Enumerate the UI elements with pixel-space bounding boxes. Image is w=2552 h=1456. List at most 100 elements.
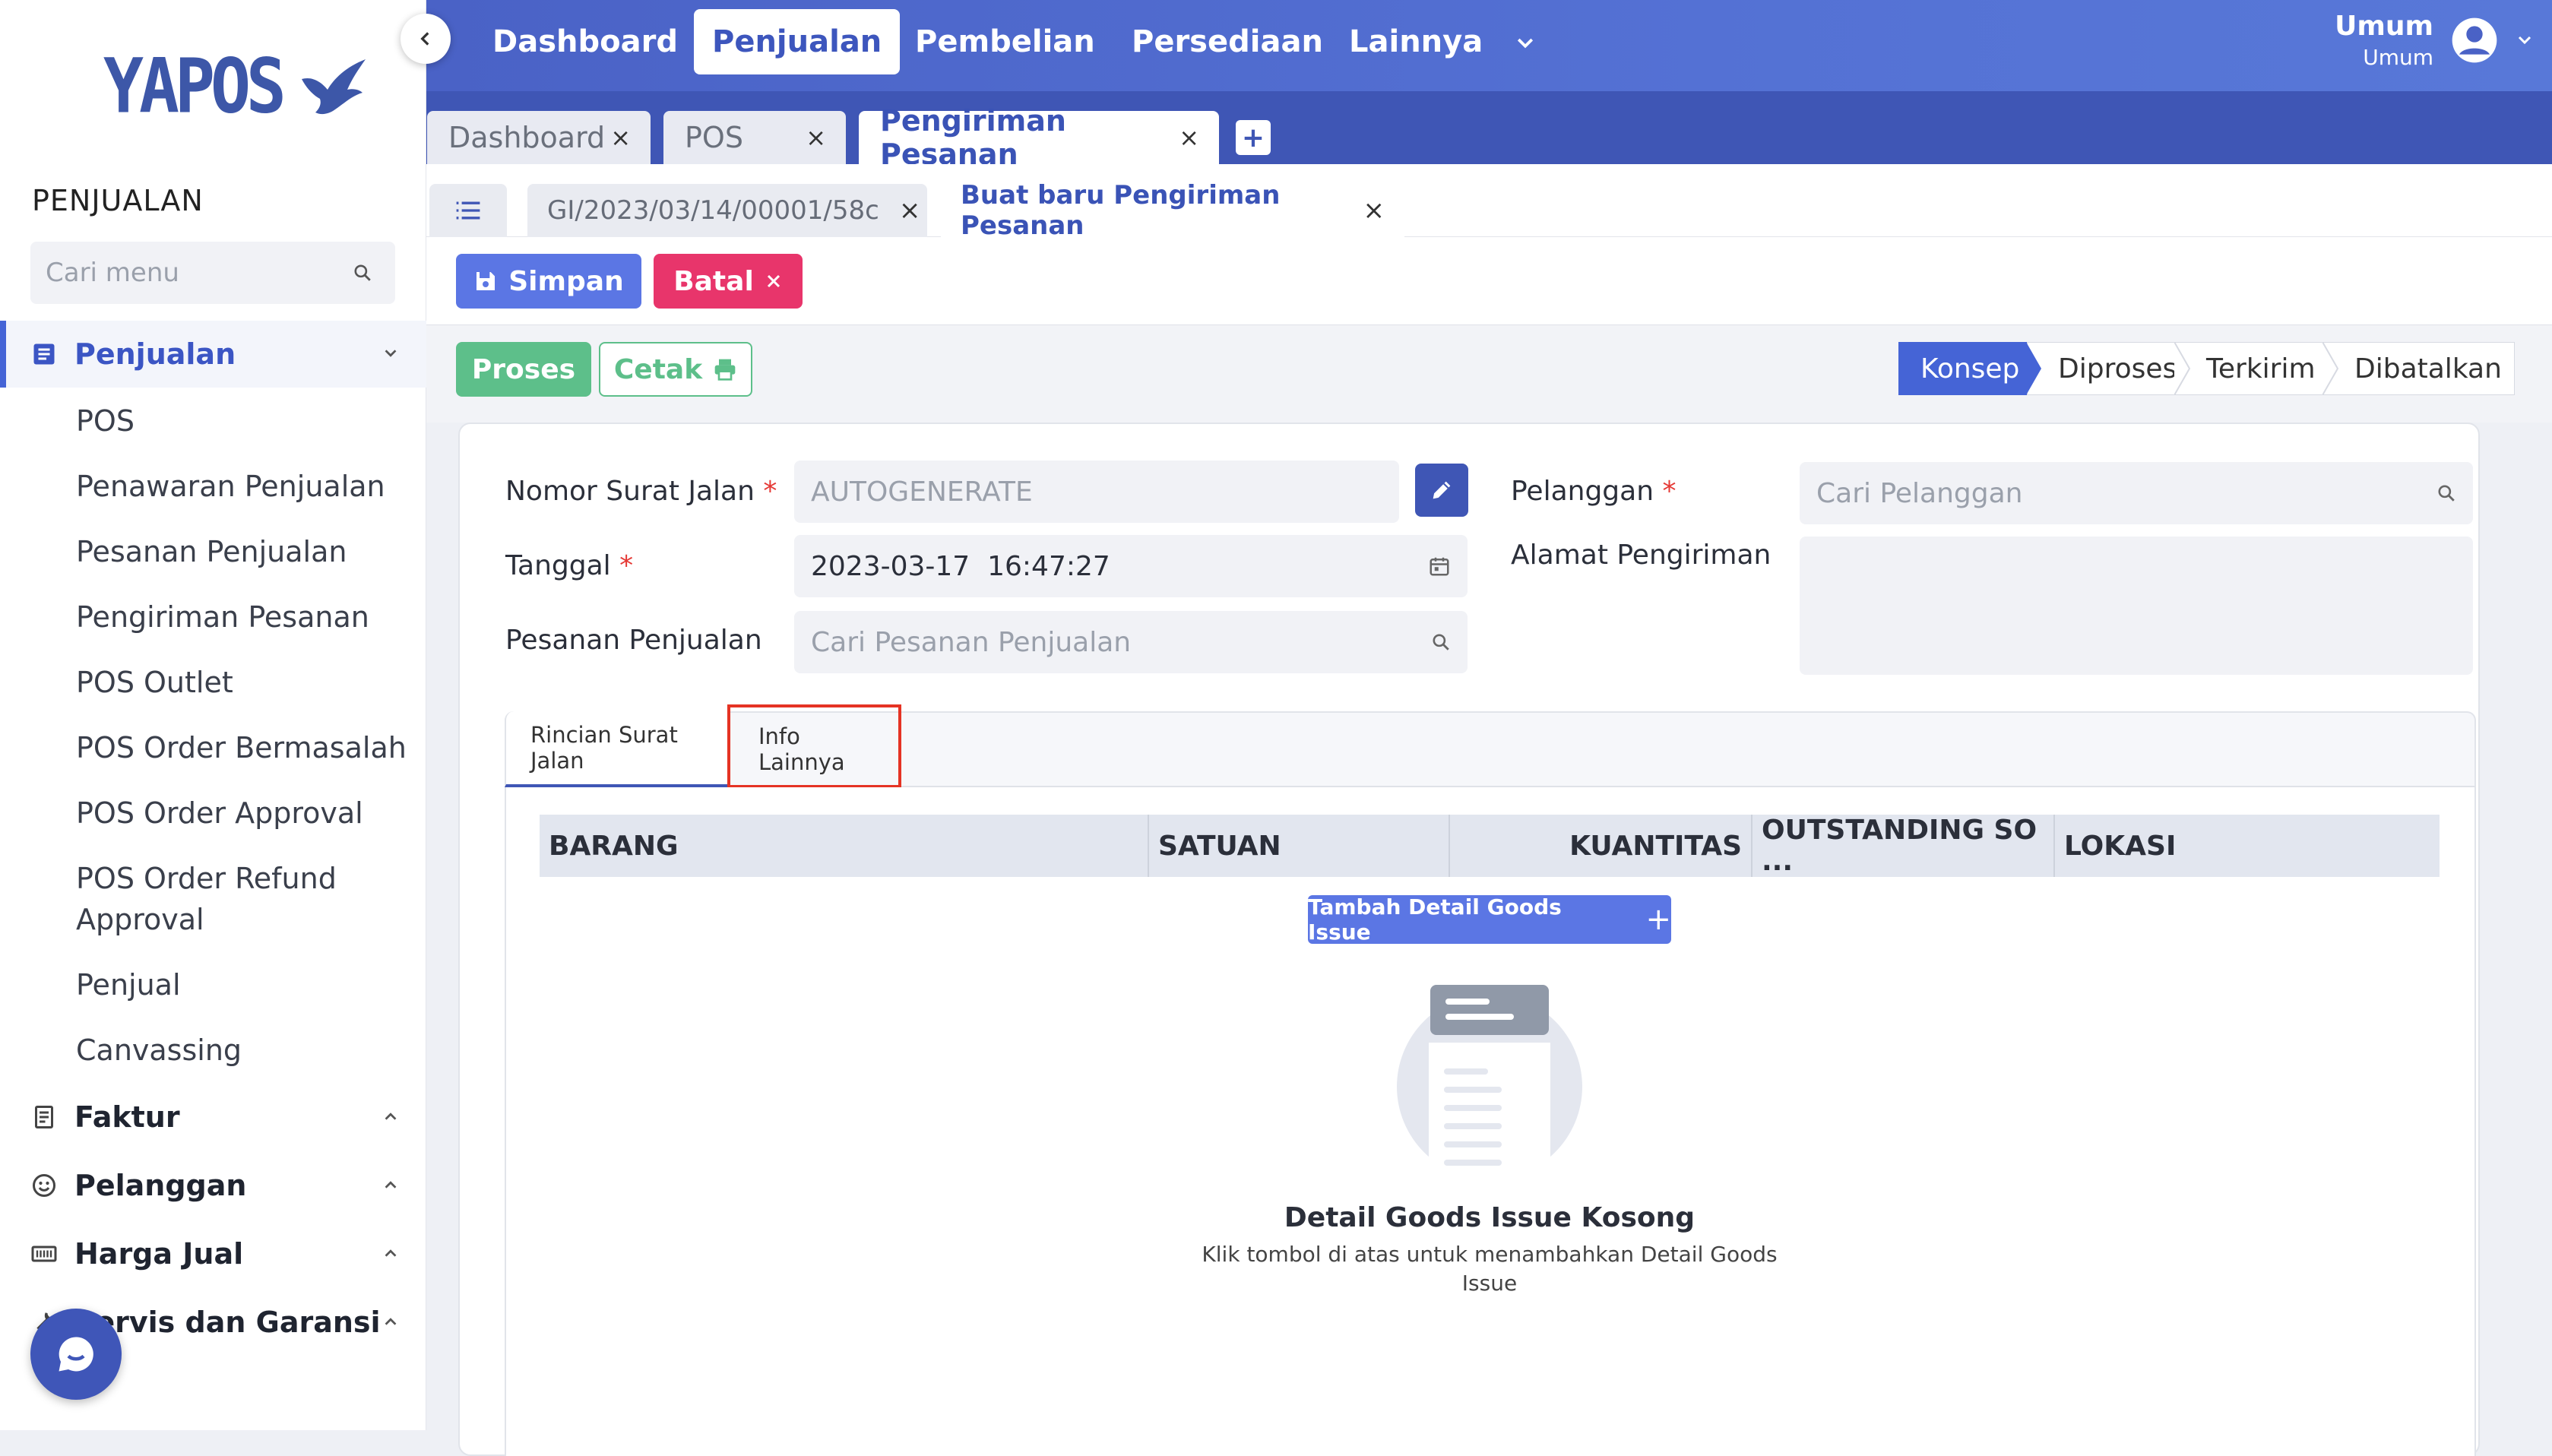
sidebar-group-harga-jual[interactable]: Harga Jual <box>0 1220 426 1287</box>
add-detail-button[interactable]: Tambah Detail Goods Issue + <box>1308 894 1671 945</box>
sidebar-item-pos-outlet[interactable]: POS Outlet <box>76 662 233 703</box>
sidebar-section-title: PENJUALAN <box>32 184 204 217</box>
search-icon[interactable] <box>353 263 372 283</box>
pelanggan-field[interactable]: Cari Pelanggan <box>1800 462 2473 524</box>
pesanan-penjualan-field[interactable]: Cari Pesanan Penjualan <box>794 611 1468 673</box>
doc-tab-gi-2023-03-14[interactable]: GI/2023/03/14/00001/58c × <box>527 184 927 237</box>
column-kuantitas[interactable]: KUANTITAS <box>1450 815 1753 877</box>
close-icon <box>767 274 780 288</box>
plus-icon: + <box>1241 122 1265 154</box>
status-step-terkirim[interactable]: Terkirim <box>2175 342 2324 395</box>
column-satuan[interactable]: SATUAN <box>1149 815 1450 877</box>
print-button-label: Cetak <box>613 353 703 385</box>
app-logo[interactable]: YAPOS <box>103 43 369 130</box>
status-step-dibatalkan[interactable]: Dibatalkan <box>2323 342 2515 395</box>
process-button[interactable]: Proses <box>456 342 591 397</box>
chevron-up-icon <box>385 1181 397 1189</box>
sidebar-group-pelanggan[interactable]: Pelanggan <box>0 1152 426 1219</box>
window-tab-pengiriman-pesanan[interactable]: Pengiriman Pesanan × <box>859 104 1219 171</box>
sidebar-group-label: Harga Jual <box>74 1237 244 1271</box>
step-arrow <box>2174 342 2191 395</box>
cancel-button-label: Batal <box>673 265 754 297</box>
add-tab-button[interactable]: + <box>1236 120 1271 155</box>
sidebar: YAPOS PENJUALAN Penjualan POS Penawaran … <box>0 0 426 1430</box>
nomor-surat-jalan-field[interactable]: AUTOGENERATE <box>794 461 1399 523</box>
chevron-up-icon <box>385 1318 397 1325</box>
required-mark: * <box>619 550 634 581</box>
close-icon[interactable]: × <box>899 195 921 226</box>
alamat-pengiriman-textarea[interactable] <box>1800 537 2473 675</box>
sidebar-item-pos[interactable]: POS <box>76 400 135 442</box>
chevron-up-icon <box>385 1113 397 1120</box>
sidebar-item-canvassing[interactable]: Canvassing <box>76 1030 242 1071</box>
sidebar-item-pos-order-refund-approval[interactable]: POS Order Refund Approval <box>76 858 380 940</box>
print-button[interactable]: Cetak <box>599 342 752 397</box>
sidebar-item-pos-order-bermasalah[interactable]: POS Order Bermasalah <box>76 727 407 768</box>
status-step-konsep[interactable]: Konsep <box>1898 342 2028 395</box>
window-tab-dashboard[interactable]: Dashboard × <box>427 111 651 164</box>
chevron-up-icon <box>385 1249 397 1257</box>
sidebar-search[interactable] <box>30 242 395 304</box>
floppy-disk-icon <box>477 272 496 290</box>
sidebar-group-label: Penjualan <box>74 337 236 371</box>
sidebar-group-penjualan[interactable]: Penjualan <box>0 321 426 388</box>
window-tab-pos[interactable]: POS × <box>663 111 846 164</box>
empty-state-title: Detail Goods Issue Kosong <box>1284 1202 1696 1233</box>
tab-rincian-surat-jalan[interactable]: Rincian Surat Jalan <box>505 711 728 787</box>
alamat-pengiriman-label: Alamat Pengiriman <box>1511 540 1772 571</box>
chat-bubble-icon <box>59 1337 93 1372</box>
detail-table-header: BARANG SATUAN KUANTITAS OUTSTANDING SO .… <box>540 815 2440 877</box>
active-indicator <box>0 321 6 388</box>
edit-number-button[interactable] <box>1415 464 1468 517</box>
close-icon[interactable]: × <box>806 123 826 152</box>
printer-icon <box>714 359 736 381</box>
column-barang[interactable]: BARANG <box>540 815 1149 877</box>
plus-icon: + <box>1645 902 1671 937</box>
nav-penjualan[interactable]: Penjualan <box>694 9 901 74</box>
list-view-button[interactable] <box>429 184 507 237</box>
sidebar-group-faktur[interactable]: Faktur <box>0 1084 426 1151</box>
save-button[interactable]: Simpan <box>456 254 641 309</box>
nav-persediaan[interactable]: Persediaan <box>1113 9 1341 74</box>
bird-logo-icon <box>301 59 366 114</box>
status-step-diproses[interactable]: Diproses <box>2027 342 2177 395</box>
cancel-button[interactable]: Batal <box>654 254 803 309</box>
nav-pembelian[interactable]: Pembelian <box>897 9 1113 74</box>
sidebar-item-pengiriman-pesanan[interactable]: Pengiriman Pesanan <box>76 597 369 638</box>
pelanggan-placeholder: Cari Pelanggan <box>1816 477 2023 509</box>
close-icon[interactable]: × <box>610 123 631 152</box>
sidebar-search-input[interactable] <box>46 258 334 288</box>
sidebar-item-pesanan-penjualan[interactable]: Pesanan Penjualan <box>76 531 347 572</box>
sidebar-group-label: Faktur <box>74 1100 180 1134</box>
document-list-icon <box>33 343 55 365</box>
chevron-down-icon <box>385 350 397 357</box>
step-arrow <box>2026 342 2041 395</box>
sidebar-item-penjual[interactable]: Penjual <box>76 964 181 1005</box>
doc-tab-buat-baru[interactable]: Buat baru Pengiriman Pesanan × <box>941 180 1404 241</box>
user-role: Umum <box>2363 45 2433 70</box>
column-outstanding-so[interactable]: OUTSTANDING SO ... <box>1753 815 2055 877</box>
user-menu[interactable]: Umum Umum <box>2335 11 2534 70</box>
search-icon[interactable] <box>2436 483 2456 503</box>
search-icon[interactable] <box>1431 632 1451 652</box>
nav-lainnya[interactable]: Lainnya <box>1331 9 1501 74</box>
nav-dashboard[interactable]: Dashboard <box>474 9 696 74</box>
list-icon <box>456 201 480 220</box>
chevron-down-icon <box>2518 36 2531 45</box>
pesanan-penjualan-placeholder: Cari Pesanan Penjualan <box>811 626 1132 658</box>
chat-widget-button[interactable] <box>30 1309 122 1400</box>
close-icon[interactable]: × <box>1179 123 1199 152</box>
tanggal-field[interactable]: 2023-03-17 16:47:27 <box>794 535 1468 597</box>
tab-label: GI/2023/03/14/00001/58c <box>547 195 879 226</box>
sidebar-collapse-button[interactable] <box>401 14 451 64</box>
calendar-icon[interactable] <box>1428 555 1451 578</box>
sidebar-item-pos-order-approval[interactable]: POS Order Approval <box>76 793 363 834</box>
highlight-box <box>727 704 901 788</box>
column-lokasi[interactable]: LOKASI <box>2055 815 2440 877</box>
close-icon[interactable]: × <box>1363 195 1385 226</box>
sidebar-item-penawaran-penjualan[interactable]: Penawaran Penjualan <box>76 466 385 507</box>
add-detail-button-label: Tambah Detail Goods Issue <box>1308 894 1562 945</box>
chevron-down-icon[interactable] <box>1514 32 1537 55</box>
receipt-icon <box>35 1106 53 1128</box>
status-stepper: Konsep Diproses Terkirim Dibatalkan <box>1898 342 2515 395</box>
